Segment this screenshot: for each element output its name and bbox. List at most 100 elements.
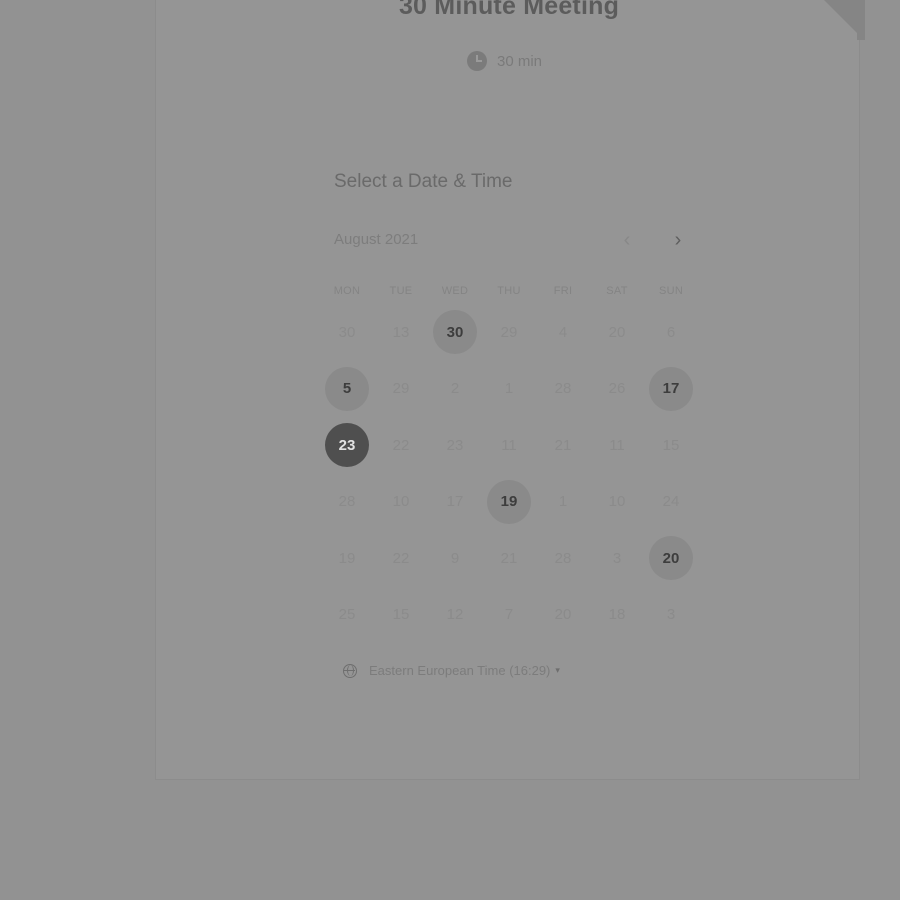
weekday-thu: THU bbox=[497, 285, 521, 297]
calendar-day-cell: 17 bbox=[428, 474, 482, 531]
calendar-day-cell: 11 bbox=[482, 417, 536, 474]
calendar-day-cell: 26 bbox=[590, 361, 644, 418]
calendar-day: 25 bbox=[338, 606, 356, 624]
calendar-day-cell: 21 bbox=[482, 530, 536, 587]
calendar-day: 24 bbox=[662, 493, 680, 511]
calendar-day: 17 bbox=[446, 493, 464, 511]
weekday-wed: WED bbox=[441, 285, 469, 297]
calendar-day: 2 bbox=[450, 380, 460, 398]
calendar-day: 23 bbox=[446, 436, 464, 454]
available-date-button[interactable]: 19 bbox=[487, 479, 531, 524]
weekday-tue: TUE bbox=[389, 285, 413, 297]
calendar-week-row: 25 15 12 7 20 18 3 bbox=[320, 587, 698, 644]
calendar-day-cell: 4 bbox=[536, 304, 590, 361]
calendar-week-row: 30 13 30 29 4 20 6 bbox=[320, 304, 698, 361]
calendar-day-cell: 19 bbox=[482, 474, 536, 531]
calendar-week-row: 28 10 17 19 1 10 24 bbox=[320, 474, 698, 531]
select-date-time-heading: Select a Date & Time bbox=[334, 171, 513, 192]
calendar-day: 22 bbox=[392, 549, 410, 567]
calendar-day: 26 bbox=[608, 380, 626, 398]
calendar-day: 13 bbox=[392, 323, 410, 341]
calendar-day: 7 bbox=[504, 606, 514, 624]
calendar-day: 12 bbox=[446, 606, 464, 624]
calendar-day-cell: 3 bbox=[590, 530, 644, 587]
calendar-day-cell: 23 bbox=[428, 417, 482, 474]
available-date-button[interactable]: 17 bbox=[649, 366, 693, 411]
calendar-day-cell: 18 bbox=[590, 587, 644, 644]
calendar-day-cell: 3 bbox=[644, 587, 698, 644]
calendar-day-cell: 13 bbox=[374, 304, 428, 361]
calendar-day: 15 bbox=[392, 606, 410, 624]
calendar-day: 18 bbox=[608, 606, 626, 624]
calendar-day: 28 bbox=[554, 380, 572, 398]
calendar-day: 19 bbox=[338, 549, 356, 567]
calendar-day: 1 bbox=[558, 493, 568, 511]
calendar-day-cell: 9 bbox=[428, 530, 482, 587]
calendar-day-cell: 25 bbox=[320, 587, 374, 644]
calendar-day-cell: 12 bbox=[428, 587, 482, 644]
calendar-day: 20 bbox=[554, 606, 572, 624]
calendar-day-cell: 2 bbox=[428, 361, 482, 418]
caret-down-icon: ▾ bbox=[555, 665, 560, 675]
weekday-mon: MON bbox=[333, 285, 361, 297]
calendar-day-cell: 24 bbox=[644, 474, 698, 531]
calendar-day-cell: 10 bbox=[374, 474, 428, 531]
calendar-day-cell: 22 bbox=[374, 530, 428, 587]
timezone-selector[interactable]: Eastern European Time (16:29) ▾ bbox=[343, 663, 560, 678]
globe-icon bbox=[343, 663, 357, 678]
duration: 30 min bbox=[467, 51, 542, 71]
calendar-day: 10 bbox=[608, 493, 626, 511]
calendar-week-row: 23 22 23 11 21 11 15 bbox=[320, 417, 698, 474]
calendar-week-row: 5 29 2 1 28 26 17 bbox=[320, 361, 698, 418]
calendar-day: 11 bbox=[501, 436, 517, 454]
calendar-day: 29 bbox=[392, 380, 410, 398]
selected-date-button[interactable]: 23 bbox=[325, 423, 369, 468]
calendar-day-cell: 28 bbox=[536, 530, 590, 587]
available-date-button[interactable]: 20 bbox=[649, 536, 693, 581]
weekday-sat: SAT bbox=[606, 285, 628, 297]
previous-month-button[interactable]: ‹ bbox=[617, 230, 637, 250]
calendar-day: 9 bbox=[450, 549, 460, 567]
calendar-day-cell: 30 bbox=[428, 304, 482, 361]
calendar-day-cell: 1 bbox=[536, 474, 590, 531]
calendar-day-cell: 11 bbox=[590, 417, 644, 474]
calendar-day-cell: 19 bbox=[320, 530, 374, 587]
calendar-day-cell: 17 bbox=[644, 361, 698, 418]
next-month-button[interactable]: › bbox=[668, 230, 688, 250]
calendar-day-cell: 28 bbox=[536, 361, 590, 418]
calendar-day-cell: 15 bbox=[644, 417, 698, 474]
calendar-day-cell: 23 bbox=[320, 417, 374, 474]
calendar-day: 22 bbox=[392, 436, 410, 454]
weekday-header: MON TUE WED THU FRI SAT SUN bbox=[320, 285, 698, 297]
timezone-label: Eastern European Time (16:29) bbox=[369, 663, 551, 678]
month-label: August 2021 bbox=[334, 231, 419, 248]
calendar-week-row: 19 22 9 21 28 3 20 bbox=[320, 530, 698, 587]
weekday-sun: SUN bbox=[658, 285, 684, 297]
calendar-day-cell: 29 bbox=[374, 361, 428, 418]
clock-icon bbox=[467, 51, 487, 71]
calendar-day-cell: 20 bbox=[590, 304, 644, 361]
calendar-day: 28 bbox=[554, 549, 572, 567]
calendar-grid: 30 13 30 29 4 20 6 5 29 2 1 28 26 17 23 22 23 11 21 11 15 28 1… bbox=[320, 304, 698, 643]
calendar-day: 11 bbox=[609, 436, 625, 454]
event-title: 30 Minute Meeting bbox=[398, 0, 620, 20]
calendar-day: 30 bbox=[338, 323, 356, 341]
calendar-day: 21 bbox=[554, 436, 572, 454]
calendar-day: 29 bbox=[500, 323, 518, 341]
calendar-day: 4 bbox=[558, 323, 568, 341]
calendar-day-cell: 15 bbox=[374, 587, 428, 644]
calendar-day: 1 bbox=[504, 380, 514, 398]
calendar-day-cell: 10 bbox=[590, 474, 644, 531]
calendar-day-cell: 21 bbox=[536, 417, 590, 474]
calendar-day: 21 bbox=[500, 549, 518, 567]
calendar-day-cell: 30 bbox=[320, 304, 374, 361]
calendar-day: 6 bbox=[666, 323, 676, 341]
calendar-day-cell: 5 bbox=[320, 361, 374, 418]
calendar-day: 15 bbox=[662, 436, 680, 454]
calendar-day-cell: 20 bbox=[536, 587, 590, 644]
calendar-day-cell: 20 bbox=[644, 530, 698, 587]
available-date-button[interactable]: 5 bbox=[325, 366, 369, 411]
calendar-day: 3 bbox=[612, 549, 622, 567]
available-date-button[interactable]: 30 bbox=[433, 310, 477, 355]
calendar-day-cell: 7 bbox=[482, 587, 536, 644]
